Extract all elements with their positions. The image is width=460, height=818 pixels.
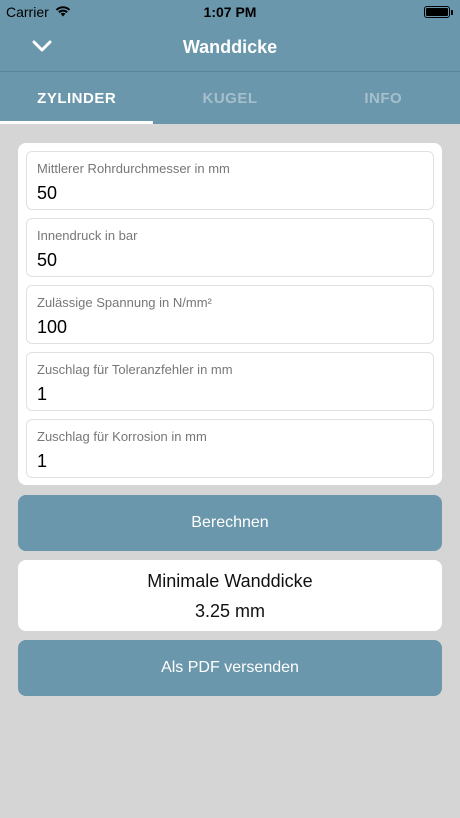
calculate-button[interactable]: Berechnen — [18, 495, 442, 551]
page-title: Wanddicke — [182, 37, 278, 57]
field-toleranzfehler[interactable]: Zuschlag für Toleranzfehler in mm — [26, 352, 434, 411]
korrosion-input[interactable] — [37, 450, 423, 472]
tab-zylinder[interactable]: ZYLINDER — [0, 72, 154, 124]
spannung-input[interactable] — [37, 316, 423, 338]
tab-info[interactable]: INFO — [307, 72, 460, 124]
field-label: Zulässige Spannung in N/mm² — [37, 295, 212, 310]
send-pdf-button[interactable]: Als PDF versenden — [18, 640, 442, 696]
field-label: Innendruck in bar — [37, 228, 138, 243]
status-bar: Carrier 1:07 PM — [0, 0, 460, 24]
input-form-card: Mittlerer Rohrdurchmesser in mm Innendru… — [18, 143, 442, 485]
rohrdurchmesser-input[interactable] — [37, 182, 423, 204]
field-spannung[interactable]: Zulässige Spannung in N/mm² — [26, 285, 434, 344]
toleranzfehler-input[interactable] — [37, 383, 423, 405]
tab-bar: ZYLINDER KUGEL INFO — [0, 72, 460, 124]
field-rohrdurchmesser[interactable]: Mittlerer Rohrdurchmesser in mm — [26, 151, 434, 210]
result-value: 3.25 mm — [194, 601, 266, 621]
status-time: 1:07 PM — [203, 4, 257, 20]
nav-bar: Wanddicke — [0, 24, 460, 72]
field-label: Zuschlag für Korrosion in mm — [37, 429, 207, 444]
result-card: Minimale Wanddicke 3.25 mm — [18, 560, 442, 631]
field-innendruck[interactable]: Innendruck in bar — [26, 218, 434, 277]
field-label: Zuschlag für Toleranzfehler in mm — [37, 362, 233, 377]
field-korrosion[interactable]: Zuschlag für Korrosion in mm — [26, 419, 434, 478]
battery-icon — [424, 6, 453, 18]
innendruck-input[interactable] — [37, 249, 423, 271]
tab-kugel[interactable]: KUGEL — [153, 72, 306, 124]
result-label: Minimale Wanddicke — [147, 571, 313, 591]
field-label: Mittlerer Rohrdurchmesser in mm — [37, 161, 230, 176]
